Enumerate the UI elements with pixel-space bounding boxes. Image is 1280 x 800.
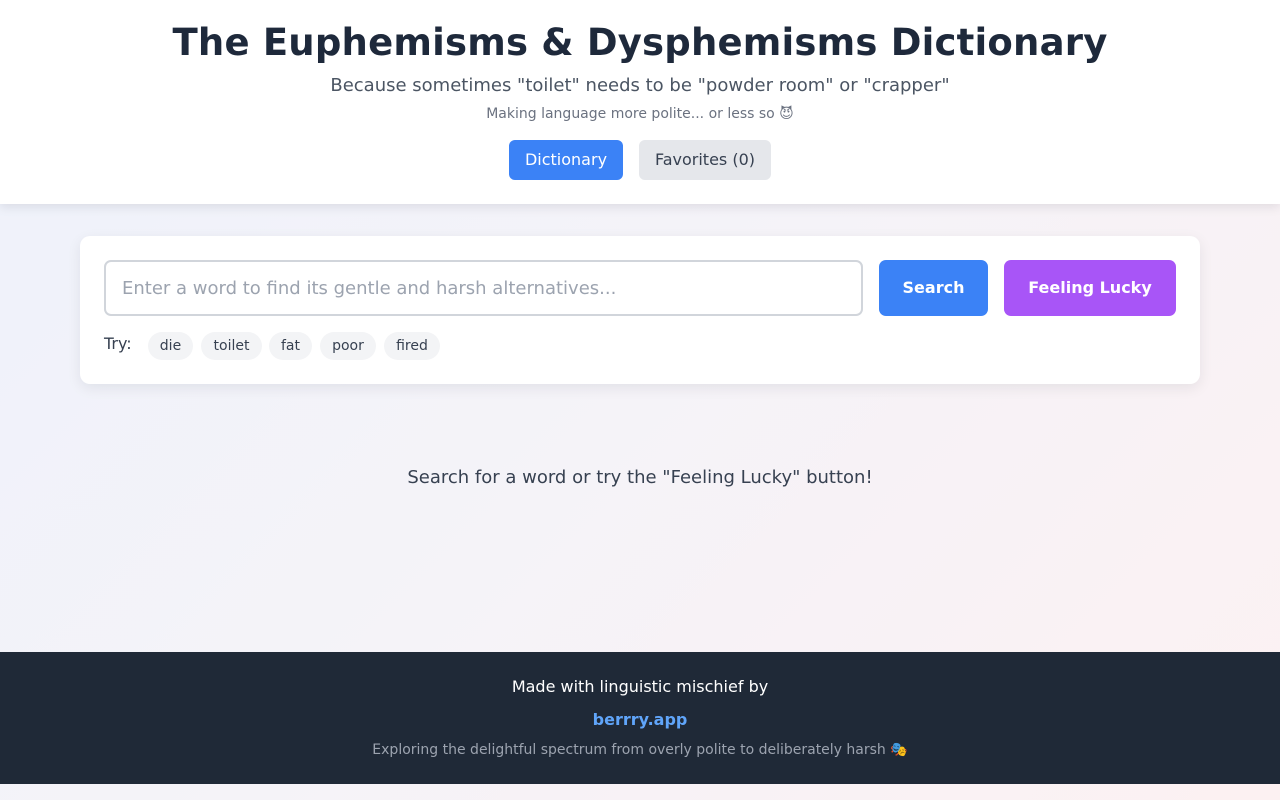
search-input[interactable] — [104, 260, 863, 316]
footer-credit: Made with linguistic mischief by — [511, 677, 769, 696]
search-card: Search Feeling Lucky Try: die toilet fat… — [80, 236, 1200, 384]
suggestion-chip-poor[interactable]: poor — [320, 332, 376, 360]
suggestion-chip-toilet[interactable]: toilet — [201, 332, 262, 360]
header: The Euphemisms & Dysphemisms Dictionary … — [0, 0, 1280, 204]
try-label: Try: — [104, 334, 132, 353]
footer-link[interactable]: berrry.app — [590, 709, 690, 731]
feeling-lucky-button[interactable]: Feeling Lucky — [1004, 260, 1176, 316]
tab-favorites[interactable]: Favorites (0) — [639, 140, 771, 180]
suggestion-chip-fat[interactable]: fat — [269, 332, 312, 360]
page-tagline: Making language more polite... or less s… — [486, 106, 794, 122]
footer-note: Exploring the delightful spectrum from o… — [372, 742, 908, 758]
page-subtitle: Because sometimes "toilet" needs to be "… — [330, 75, 950, 96]
page-title: The Euphemisms & Dysphemisms Dictionary — [172, 21, 1108, 64]
suggestion-chip-fired[interactable]: fired — [384, 332, 440, 360]
footer: Made with linguistic mischief by berrry.… — [0, 652, 1280, 784]
tab-dictionary[interactable]: Dictionary — [509, 140, 623, 180]
suggestion-chip-die[interactable]: die — [148, 332, 193, 360]
search-button[interactable]: Search — [879, 260, 988, 316]
empty-state-message: Search for a word or try the "Feeling Lu… — [407, 467, 873, 488]
view-tabs: Dictionary Favorites (0) — [0, 140, 1280, 180]
